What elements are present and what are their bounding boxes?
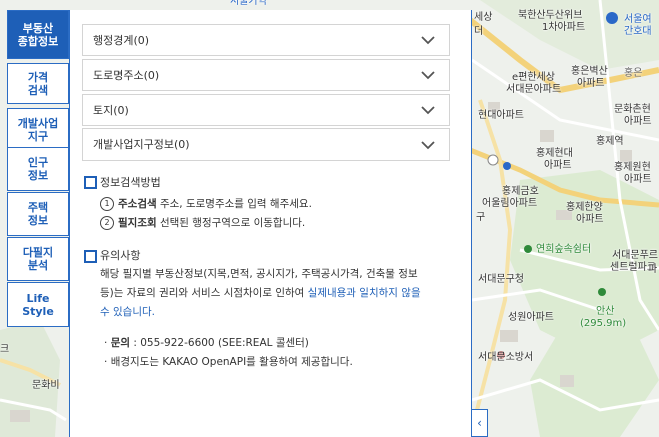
contact-label: 문의	[110, 337, 131, 349]
tab-life-style[interactable]: Life Style	[7, 282, 69, 327]
map-label: 1차아파트	[542, 22, 586, 33]
notes-title: 유의사항	[100, 249, 141, 262]
side-nav: 부동산 종합정보 가격 검색 개발사업 지구 인구 정보 주택 정보 다필지 분석 Life…	[7, 10, 69, 327]
map-label: 서대문구청	[478, 274, 524, 285]
map-label: 서대문아파트	[506, 84, 562, 95]
tab-real-estate-info[interactable]: 부동산 종합정보	[7, 10, 69, 59]
map-label: 연희숲속쉼터	[536, 244, 592, 255]
chevron-down-icon	[421, 106, 435, 115]
search-method-title: 정보검색방법	[100, 176, 161, 189]
bullet: ·	[104, 337, 111, 349]
map-label: 북한산두산위브	[518, 10, 583, 21]
step-number: 1	[100, 197, 114, 211]
map-label: 파	[648, 264, 658, 275]
contact-line: · 문의 : 055-922-6600 (SEE:REAL 콜센터)	[104, 335, 309, 350]
map-label: 홍제한양	[566, 202, 603, 213]
notes-line-3: 수 있습니다.	[100, 306, 155, 318]
notes-line-1: 해당 필지별 부동산정보(지목,면적, 공시지가, 주택공시가격, 건축물 정보	[100, 268, 418, 280]
map-label: 홍제현대	[536, 148, 573, 159]
accordion-admin-boundary[interactable]: 행정경계(0)	[82, 24, 450, 56]
map-label: 아파트	[577, 78, 605, 89]
map-label: 서대문소방서	[478, 352, 534, 363]
collapse-panel-button[interactable]: ‹	[472, 409, 488, 437]
map-label: 간호대	[624, 26, 652, 37]
map-label: 홍제역	[596, 136, 624, 147]
step-keyword: 주소검색	[118, 198, 157, 210]
map-label: 어울림아파트	[482, 198, 538, 209]
chevron-down-icon	[421, 36, 435, 45]
map-label: 홍제금호	[502, 186, 539, 197]
step-text: 선택된 행정구역으로 이동합니다.	[156, 217, 306, 229]
tab-development-zone[interactable]: 개발사업 지구	[7, 108, 69, 152]
chevron-down-icon	[421, 141, 435, 150]
step-text: 주소, 도로명주소를 입력 해주세요.	[156, 198, 312, 210]
basemap-text: 배경지도는 KAKAO OpenAPI를 활용하여 제공합니다.	[110, 356, 353, 368]
search-method-checkbox[interactable]	[84, 176, 97, 189]
tab-price-search[interactable]: 가격 검색	[7, 63, 69, 104]
accordion-label: 도로명주소(0)	[93, 69, 160, 82]
map-label: 홍은벽산	[571, 66, 608, 77]
map-label: 성원아파트	[508, 312, 554, 323]
notes-checkbox[interactable]	[84, 250, 97, 263]
map-label: 서울기억	[230, 0, 267, 7]
contact-text: : 055-922-6600 (SEE:REAL 콜센터)	[130, 337, 309, 349]
map-label: (295.9m)	[580, 318, 627, 329]
map-label: e편한세상	[512, 72, 555, 83]
map-label: 세상	[474, 12, 493, 23]
tab-multi-parcel-analysis[interactable]: 다필지 분석	[7, 237, 69, 281]
search-step-1: 1 주소검색 주소, 도로명주소를 입력 해주세요.	[100, 196, 312, 211]
map-label: 홍제원현	[614, 162, 651, 173]
bullet: ·	[104, 356, 111, 368]
accordion-development-zone-info[interactable]: 개발사업지구정보(0)	[82, 128, 450, 161]
map-label: 아파트	[624, 174, 652, 185]
accordion-label: 개발사업지구정보(0)	[93, 138, 190, 151]
step-number: 2	[100, 216, 114, 230]
map-label: 현대아파트	[478, 110, 524, 121]
map-label: 아파트	[576, 214, 604, 225]
map-label: 아파트	[624, 116, 652, 127]
search-step-2: 2 필지조회 선택된 행정구역으로 이동합니다.	[100, 215, 305, 230]
accordion-label: 토지(0)	[93, 104, 129, 117]
notes-line-2: 등)는 자료의 권리와 서비스 시점차이로 인하여 실제내용과 일치하지 않을	[100, 285, 421, 300]
map-label: 문화비	[32, 380, 60, 391]
accordion-land[interactable]: 토지(0)	[82, 94, 450, 126]
map-label: 더	[474, 26, 484, 37]
map-label: 홍은	[624, 68, 643, 79]
tab-population-info[interactable]: 인구 정보	[7, 147, 69, 191]
map-label: 서울여	[624, 14, 652, 25]
step-keyword: 필지조회	[118, 217, 157, 229]
map-label: 아파트	[544, 160, 572, 171]
accordion-label: 행정경계(0)	[93, 34, 150, 47]
map-label: 문화촌현	[614, 104, 651, 115]
basemap-line: · 배경지도는 KAKAO OpenAPI를 활용하여 제공합니다.	[104, 354, 353, 369]
notes-highlight: 실제내용과 일치하지 않을	[307, 287, 421, 299]
notes-text: 등)는 자료의 권리와 서비스 시점차이로 인하여	[100, 287, 308, 299]
tab-housing-info[interactable]: 주택 정보	[7, 192, 69, 236]
map-label: 서대문푸르	[612, 250, 658, 261]
info-panel: 행정경계(0) 도로명주소(0) 토지(0) 개발사업지구정보(0) 정보검색방…	[69, 10, 472, 437]
map-label: 구	[476, 212, 486, 223]
chevron-down-icon	[421, 71, 435, 80]
map-label: 안산	[596, 306, 615, 317]
accordion-road-address[interactable]: 도로명주소(0)	[82, 59, 450, 91]
map-label: 크	[0, 344, 10, 355]
chevron-left-icon: ‹	[477, 416, 482, 430]
